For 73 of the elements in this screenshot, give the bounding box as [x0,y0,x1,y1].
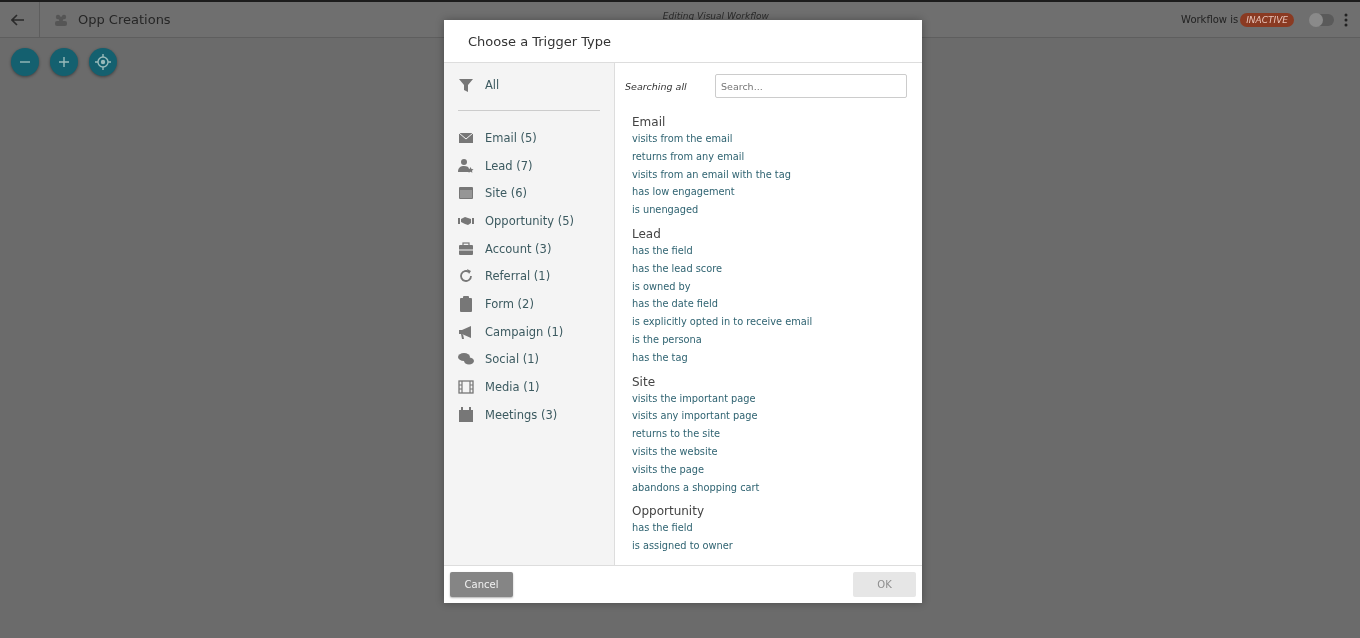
status-label: Workflow is [1181,14,1239,25]
status-badge: INACTIVE [1240,12,1294,27]
group-heading: Lead [632,226,662,242]
dialog-title: Choose a Trigger Type [468,33,612,49]
category-item[interactable]: Social (1) [458,345,600,374]
category-label: Referral (1) [485,269,551,284]
category-label: Opportunity (5) [485,213,574,228]
trigger-link[interactable]: visits the website [632,442,718,461]
trigger-link[interactable]: returns from any email [632,147,745,166]
category-item[interactable]: Meetings (3) [458,400,600,429]
category-item[interactable]: Lead (7) [458,151,600,180]
trigger-link[interactable]: visits from the email [632,130,733,148]
trigger-link[interactable]: is unengaged [632,201,699,219]
category-label: Meetings (3) [485,407,558,422]
workflow-subtitle: Editing Visual Workflow [661,10,769,21]
clipboard-icon [458,295,474,312]
active-toggle[interactable] [1310,13,1334,26]
trigger-link[interactable]: has the tag [632,348,688,367]
group-heading: Email [632,114,667,130]
category-label: Email (5) [485,130,537,145]
trigger-link[interactable]: has the field [632,242,693,260]
category-item[interactable]: Referral (1) [458,262,600,291]
trigger-link[interactable]: is explicitly opted in to receive email [632,313,813,331]
film-icon [458,379,474,396]
search-field[interactable]: Search... [715,74,907,98]
group-heading: Site [632,373,657,390]
trigger-link[interactable]: has the date field [632,295,718,314]
group-heading: Opportunity [632,503,705,520]
category-label: Form (2) [485,296,534,311]
category-item[interactable]: Email (5) [458,124,600,152]
briefcase-icon [458,240,474,257]
category-label: Campaign (1) [485,324,564,339]
zoom-in-button[interactable] [50,48,78,76]
category-item[interactable]: Campaign (1) [458,317,600,346]
plus-icon [58,56,70,68]
filter-icon [458,77,474,93]
category-label: Media (1) [485,380,540,395]
back-arrow-icon[interactable] [11,13,25,26]
trigger-link[interactable]: visits the important page [632,389,756,408]
category-label: Account (3) [485,241,552,256]
crosshair-icon [95,54,111,70]
more-icon[interactable] [1344,12,1348,27]
trigger-link[interactable]: visits from an email with the tag [632,165,791,184]
zoom-out-button[interactable] [11,48,39,76]
trigger-link[interactable]: is assigned to owner [632,537,733,555]
trigger-link[interactable]: visits any important page [632,407,758,426]
trigger-link[interactable]: visits the page [632,460,705,479]
megaphone-icon [458,323,474,340]
filter-item[interactable]: All [458,73,600,97]
searching-label: Searching all [625,80,688,92]
filter-label: All [485,78,500,92]
browser-icon [458,185,474,202]
trigger-link[interactable]: is owned by [632,277,691,296]
trigger-link[interactable]: returns to the site [632,425,720,443]
category-label: Lead (7) [485,158,533,173]
category-item[interactable]: Opportunity (5) [458,207,600,235]
trigger-link[interactable]: has the field [632,519,693,538]
category-item[interactable]: Form (2) [458,290,600,318]
category-item[interactable]: Site (6) [458,179,600,208]
trigger-link[interactable]: is the persona [632,330,702,349]
category-item[interactable]: Account (3) [458,234,600,263]
category-label: Site (6) [485,186,528,201]
group-icon [54,13,68,26]
category-label: Social (1) [485,352,540,367]
refresh-icon [458,268,474,285]
category-item[interactable]: Media (1) [458,373,600,401]
calendar-icon [458,406,474,423]
trigger-link[interactable]: abandons a shopping cart [632,478,760,497]
center-button[interactable] [89,48,117,76]
trigger-link[interactable]: has low engagement [632,183,735,202]
workflow-title: Opp Creations [78,12,171,27]
person-icon [458,157,474,174]
trigger-link[interactable]: has the lead score [632,259,723,278]
